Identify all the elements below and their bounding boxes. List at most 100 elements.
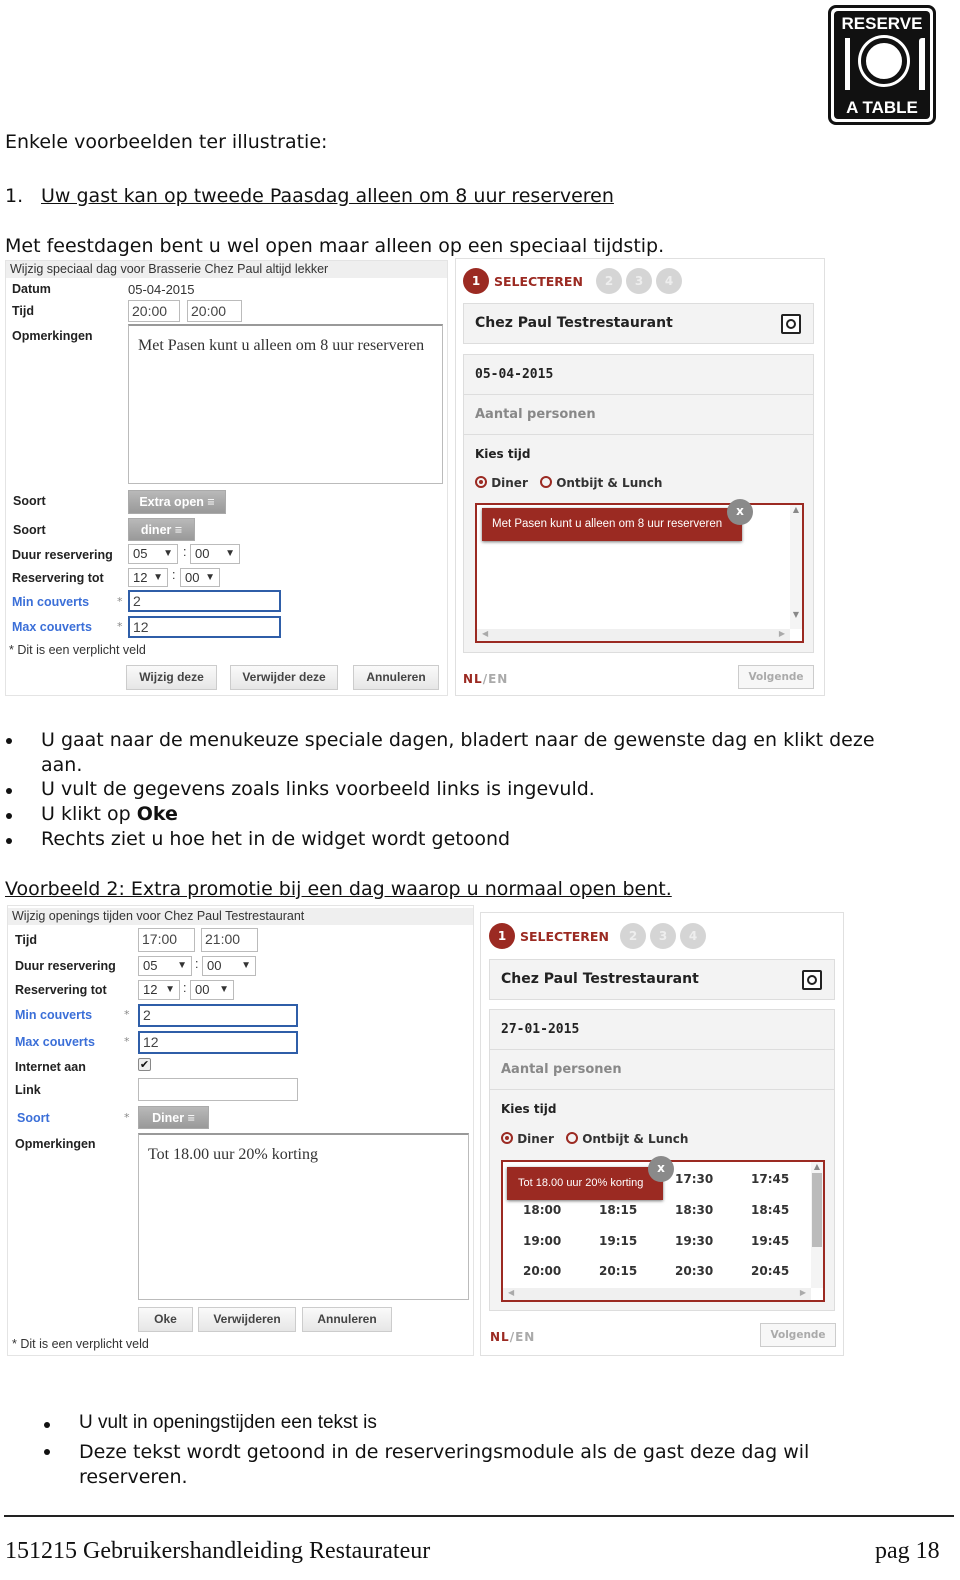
required-note: * Dit is een verplicht veld xyxy=(9,643,146,657)
verwijderen-button[interactable]: Verwijderen xyxy=(198,1307,296,1332)
soort-label-2: Soort xyxy=(13,523,46,537)
radio-ontbijt-lunch[interactable]: Ontbijt & Lunch xyxy=(566,1132,688,1146)
opmerkingen-textarea[interactable]: Met Pasen kunt u alleen om 8 uur reserve… xyxy=(128,324,443,484)
restaurant-logo-icon xyxy=(781,314,801,334)
aantal-personen[interactable]: Aantal personen xyxy=(501,1062,622,1077)
footer-title: 151215 Gebruikershandleiding Restaurateu… xyxy=(5,1538,431,1564)
restaurant-name: Chez Paul Testrestaurant xyxy=(501,971,699,987)
step-3[interactable]: 3 xyxy=(626,268,652,294)
time-slot[interactable]: 19:00 xyxy=(523,1234,561,1248)
tot-minutes-select[interactable]: 00 ▼ xyxy=(180,568,220,587)
time-slot[interactable]: 19:15 xyxy=(599,1234,637,1248)
time-slot[interactable]: 17:30 xyxy=(675,1172,713,1186)
duur-hours-select[interactable]: 05 ▼ xyxy=(138,956,192,976)
horizontal-scrollbar[interactable]: ◀ ▶ xyxy=(477,629,790,641)
language-switch[interactable]: NL/EN xyxy=(490,1330,535,1344)
vertical-scrollbar[interactable]: ▲ xyxy=(811,1162,823,1288)
soort-extra-open-dropdown[interactable]: Extra open ≡ xyxy=(128,490,226,514)
duur-hours-value: 05 xyxy=(143,958,158,973)
horizontal-scrollbar[interactable]: ◀ ▶ xyxy=(503,1288,811,1300)
soort-diner-dropdown[interactable]: Diner ≡ xyxy=(138,1106,209,1129)
bullet-icon xyxy=(6,838,12,844)
time-slot[interactable]: 20:45 xyxy=(751,1264,789,1278)
language-switch[interactable]: NL/EN xyxy=(463,672,508,686)
dropdown-arrow-icon: ▼ xyxy=(241,960,251,971)
volgende-button[interactable]: Volgende xyxy=(760,1323,836,1347)
time-slot[interactable]: 17:45 xyxy=(751,1172,789,1186)
tijd-from-input[interactable]: 17:00 xyxy=(138,928,195,952)
kies-tijd-label: Kies tijd xyxy=(501,1102,557,1116)
lang-nl[interactable]: NL xyxy=(490,1330,510,1344)
annuleren-button[interactable]: Annuleren xyxy=(353,665,439,690)
duur-minutes-select[interactable]: 00 ▼ xyxy=(190,544,240,564)
wijzig-deze-button[interactable]: Wijzig deze xyxy=(126,665,217,690)
time-slot[interactable]: 19:30 xyxy=(675,1234,713,1248)
opmerkingen-textarea[interactable]: Tot 18.00 uur 20% korting xyxy=(138,1133,469,1300)
time-slot[interactable]: 18:45 xyxy=(751,1203,789,1217)
tijd-to-input[interactable]: 20:00 xyxy=(187,300,242,322)
step-2[interactable]: 2 xyxy=(620,923,646,949)
step-2[interactable]: 2 xyxy=(596,268,622,294)
dropdown-arrow-icon: ▼ xyxy=(177,960,187,971)
tot-minutes-select[interactable]: 00 ▼ xyxy=(190,980,234,1000)
time-slot[interactable]: 19:45 xyxy=(751,1234,789,1248)
volgende-button[interactable]: Volgende xyxy=(738,665,814,689)
min-couverts-label: Min couverts xyxy=(15,1008,93,1022)
page-number: pag 18 xyxy=(875,1538,940,1564)
tot-label: Reservering tot xyxy=(12,571,104,585)
link-input[interactable] xyxy=(138,1078,298,1101)
selected-date[interactable]: 05-04-2015 xyxy=(475,367,553,382)
tot-hours-select[interactable]: 12 ▼ xyxy=(128,568,168,587)
duur-minutes-select[interactable]: 00 ▼ xyxy=(202,956,256,976)
opmerkingen-label: Opmerkingen xyxy=(12,329,93,343)
step-4[interactable]: 4 xyxy=(680,923,706,949)
vertical-scrollbar[interactable]: ▲ ▼ xyxy=(790,505,802,629)
soort-diner-dropdown[interactable]: diner ≡ xyxy=(128,518,195,541)
radio-ontbijt-lunch[interactable]: Ontbijt & Lunch xyxy=(540,476,662,490)
soort-label: Soort xyxy=(13,494,46,508)
radio-diner[interactable]: Diner xyxy=(475,476,528,490)
verwijder-deze-button[interactable]: Verwijder deze xyxy=(230,665,338,690)
time-slot[interactable]: 20:30 xyxy=(675,1264,713,1278)
selected-date[interactable]: 27-01-2015 xyxy=(501,1022,579,1037)
soort-label: Soort xyxy=(17,1111,50,1125)
close-message-button[interactable]: x xyxy=(727,499,753,525)
lang-nl[interactable]: NL xyxy=(463,672,483,686)
close-message-button[interactable]: x xyxy=(648,1156,674,1182)
selection-card: 27-01-2015 Aantal personen Kies tijd Din… xyxy=(489,1009,835,1311)
min-couverts-input[interactable]: 2 xyxy=(138,1004,298,1027)
bullet-1: U gaat naar de menukeuze speciale dagen,… xyxy=(41,729,875,776)
required-star: * xyxy=(124,1008,130,1021)
bullet-3-oke: Oke xyxy=(136,803,178,825)
special-message: Tot 18.00 uur 20% korting xyxy=(507,1167,663,1200)
tijd-from-input[interactable]: 20:00 xyxy=(128,300,180,322)
time-slot[interactable]: 18:30 xyxy=(675,1203,713,1217)
aantal-personen[interactable]: Aantal personen xyxy=(475,407,596,422)
step-4[interactable]: 4 xyxy=(656,268,682,294)
time-slot[interactable]: 18:15 xyxy=(599,1203,637,1217)
radio-unselected-icon xyxy=(566,1132,578,1144)
max-couverts-input[interactable]: 12 xyxy=(138,1031,298,1054)
time-slot[interactable]: 20:00 xyxy=(523,1264,561,1278)
time-slot[interactable]: 20:15 xyxy=(599,1264,637,1278)
example1-heading: Uw gast kan op tweede Paasdag alleen om … xyxy=(41,185,614,207)
tijd-to-input[interactable]: 21:00 xyxy=(201,928,258,952)
lang-en[interactable]: EN xyxy=(515,1330,535,1344)
reservation-widget-2: 1 SELECTEREN 2 3 4 Chez Paul Testrestaur… xyxy=(480,912,844,1356)
duur-label: Duur reservering xyxy=(12,548,113,562)
duur-hours-select[interactable]: 05 ▼ xyxy=(128,544,178,564)
step-3[interactable]: 3 xyxy=(650,923,676,949)
selection-card: 05-04-2015 Aantal personen Kies tijd Din… xyxy=(463,354,814,653)
radio-ontbijt-label: Ontbijt & Lunch xyxy=(556,476,663,490)
tot-hours-select[interactable]: 12 ▼ xyxy=(138,980,180,1000)
annuleren-button[interactable]: Annuleren xyxy=(302,1307,392,1332)
lang-en[interactable]: EN xyxy=(488,672,508,686)
internet-aan-checkbox[interactable]: ✔ xyxy=(138,1058,151,1071)
min-couverts-input[interactable]: 2 xyxy=(128,590,281,612)
max-couverts-input[interactable]: 12 xyxy=(128,616,281,638)
time-slot[interactable]: 18:00 xyxy=(523,1203,561,1217)
bullet-2: U vult de gegevens zoals links voorbeeld… xyxy=(41,778,595,800)
radio-diner[interactable]: Diner xyxy=(501,1132,554,1146)
tot-minutes-value: 00 xyxy=(185,570,200,585)
oke-button[interactable]: Oke xyxy=(138,1307,193,1332)
